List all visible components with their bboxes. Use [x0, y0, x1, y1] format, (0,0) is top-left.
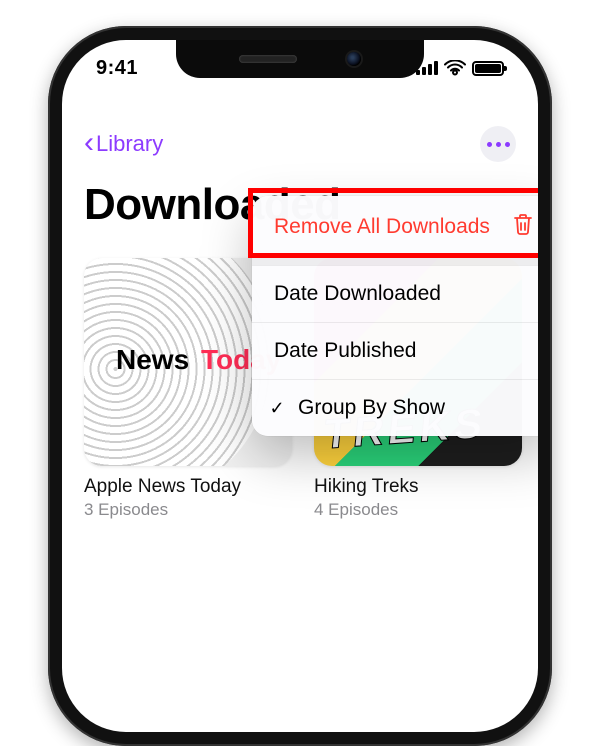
trash-icon	[512, 212, 534, 242]
menu-item-label: Date Published	[274, 339, 416, 363]
status-time: 9:41	[96, 57, 138, 80]
more-options-button[interactable]	[480, 126, 516, 162]
menu-item-label: Group By Show	[298, 396, 445, 420]
chevron-left-icon: ‹	[84, 128, 94, 158]
show-title: Apple News Today	[84, 476, 292, 498]
battery-icon	[472, 61, 504, 76]
menu-sort-date-published[interactable]: Date Published	[252, 322, 538, 379]
speaker-grill	[239, 55, 297, 63]
phone-frame: 9:41 ‹ Library	[48, 26, 552, 746]
show-subtitle: 4 Episodes	[314, 500, 522, 520]
menu-group-by-show[interactable]: ✓ Group By Show	[252, 379, 538, 436]
menu-sort-date-downloaded[interactable]: Date Downloaded	[252, 265, 538, 322]
ellipsis-icon	[487, 142, 510, 147]
checkmark-icon: ✓	[268, 398, 286, 419]
menu-divider	[252, 258, 538, 265]
show-subtitle: 3 Episodes	[84, 500, 292, 520]
menu-remove-all-downloads[interactable]: Remove All Downloads	[252, 196, 538, 258]
status-indicators	[416, 60, 504, 76]
back-button[interactable]: ‹ Library	[84, 130, 163, 158]
show-title: Hiking Treks	[314, 476, 522, 498]
back-label: Library	[96, 131, 163, 157]
phone-screen: 9:41 ‹ Library	[62, 40, 538, 732]
wifi-icon	[444, 60, 466, 76]
menu-item-label: Date Downloaded	[274, 282, 441, 306]
nav-bar: ‹ Library	[62, 126, 538, 162]
notch	[176, 40, 424, 78]
menu-item-label: Remove All Downloads	[274, 215, 490, 239]
front-camera	[347, 52, 361, 66]
context-menu: Remove All Downloads Date Downloaded Dat…	[252, 196, 538, 436]
